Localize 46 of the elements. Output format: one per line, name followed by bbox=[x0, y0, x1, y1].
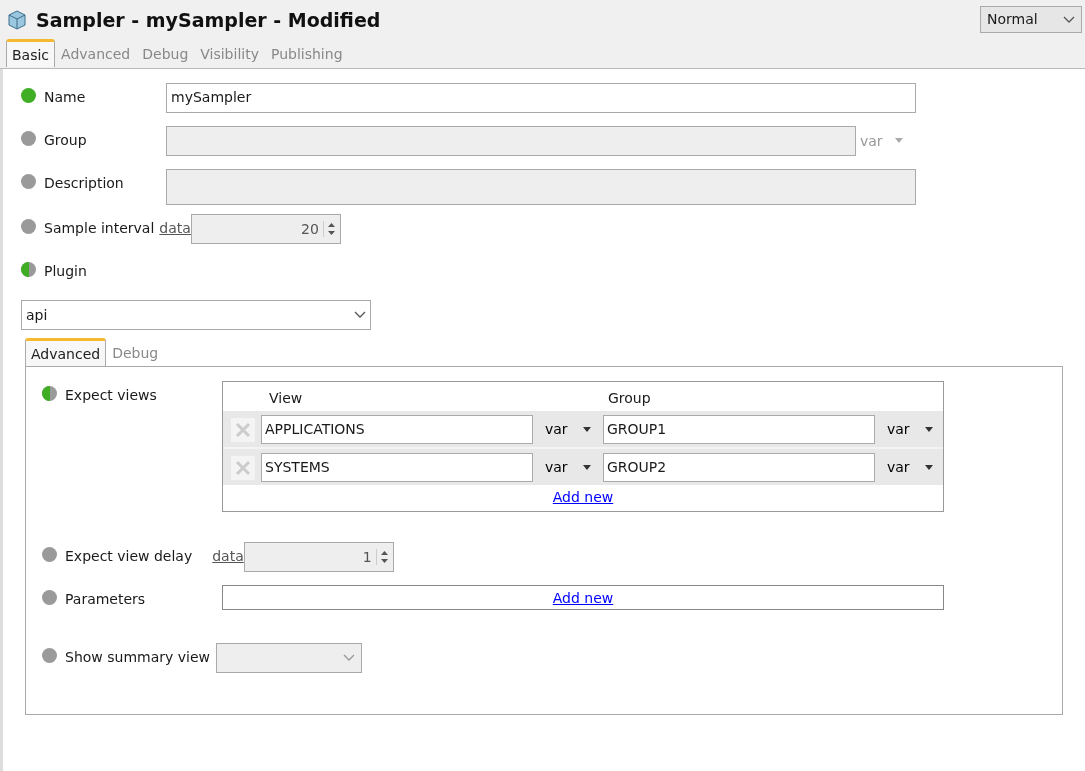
text-field[interactable]: mySampler bbox=[166, 83, 916, 113]
caret-icon bbox=[354, 311, 366, 319]
spin-arrows-icon bbox=[322, 221, 336, 237]
caret-icon bbox=[583, 465, 591, 470]
x-icon bbox=[235, 421, 251, 438]
text-field[interactable]: GROUP1 bbox=[603, 415, 875, 444]
delete-button[interactable] bbox=[231, 455, 255, 480]
caret-icon bbox=[925, 465, 933, 470]
add-new-link[interactable]: Add new bbox=[552, 487, 614, 508]
variable-dropdown[interactable]: var bbox=[881, 456, 939, 479]
field-label: Expect views bbox=[65, 386, 157, 405]
field-label: Show summary view bbox=[65, 648, 210, 667]
tab[interactable]: Basic bbox=[6, 38, 56, 67]
window-title: Sampler - mySampler - Modified bbox=[36, 8, 381, 33]
spin-arrows-icon bbox=[375, 549, 389, 565]
text-field[interactable]: GROUP2 bbox=[603, 453, 875, 482]
text-field[interactable]: APPLICATIONS bbox=[261, 415, 533, 444]
field-label: Expect view delay bbox=[65, 547, 193, 566]
add-new-link[interactable]: Add new bbox=[552, 588, 614, 609]
column-header: View bbox=[269, 389, 304, 408]
status-icon bbox=[42, 386, 57, 401]
x-icon bbox=[235, 459, 251, 476]
mode-dropdown[interactable]: Normal bbox=[980, 6, 1082, 33]
field-label: Group bbox=[44, 131, 87, 150]
tab[interactable]: Debug bbox=[106, 338, 165, 366]
text-field[interactable]: SYSTEMS bbox=[261, 453, 533, 482]
status-icon bbox=[21, 88, 36, 103]
cube-icon bbox=[6, 9, 28, 32]
field-label: Parameters bbox=[65, 590, 146, 609]
caret-icon bbox=[583, 427, 591, 432]
field-label: Name bbox=[44, 88, 86, 107]
field-label: Plugin bbox=[44, 262, 87, 281]
column-header: Group bbox=[608, 389, 651, 408]
variable-dropdown[interactable]: var bbox=[539, 456, 597, 479]
plugin-dropdown[interactable]: api bbox=[21, 300, 371, 330]
delete-button[interactable] bbox=[231, 417, 255, 442]
caret-icon bbox=[343, 654, 355, 662]
caret-icon bbox=[925, 427, 933, 432]
caret-icon bbox=[1063, 15, 1075, 24]
status-icon bbox=[21, 262, 36, 277]
variable-dropdown[interactable]: var bbox=[881, 418, 939, 441]
tab[interactable]: Advanced bbox=[25, 338, 107, 366]
field-label: Description bbox=[44, 174, 124, 193]
caret-icon bbox=[894, 138, 903, 143]
variable-dropdown[interactable]: var bbox=[539, 418, 597, 441]
field-label: Sample interval bbox=[44, 219, 155, 238]
